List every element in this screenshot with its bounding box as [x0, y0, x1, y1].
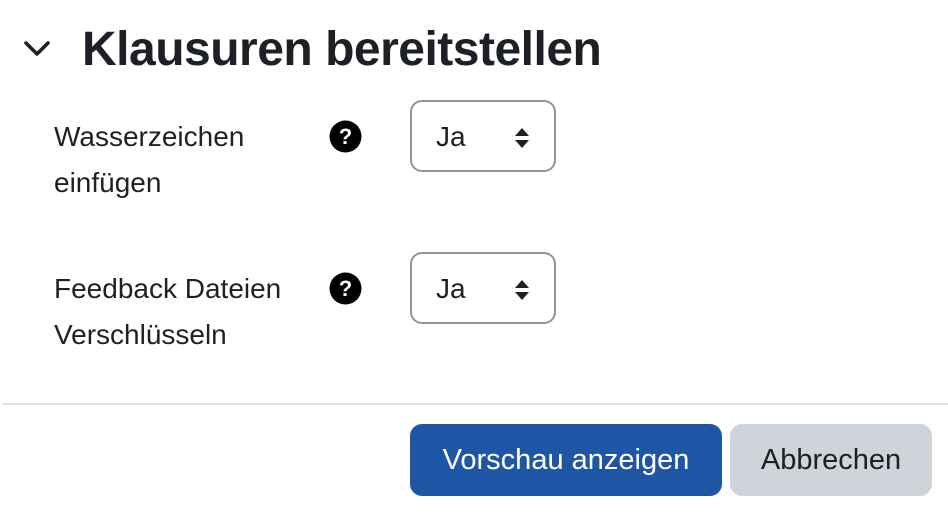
feedback-encryption-select[interactable]: Ja [410, 252, 556, 324]
question-circle-icon[interactable]: ? [329, 120, 362, 153]
sort-arrows-icon [515, 280, 529, 300]
sort-arrows-icon [515, 128, 529, 148]
collapse-toggle[interactable] [20, 32, 54, 66]
field-label-feedback-encryption: Feedback Dateien Verschlüsseln [54, 273, 282, 350]
field-label-watermark: Wasserzeichen einfügen [54, 121, 245, 198]
cancel-button[interactable]: Abbrechen [730, 424, 932, 496]
question-circle-icon[interactable]: ? [329, 272, 362, 305]
svg-text:?: ? [339, 276, 352, 301]
watermark-select[interactable]: Ja [410, 100, 556, 172]
feedback-encryption-select-value: Ja [436, 273, 466, 304]
watermark-select-value: Ja [436, 121, 466, 152]
chevron-down-icon [24, 41, 50, 56]
preview-button[interactable]: Vorschau anzeigen [410, 424, 722, 496]
section-header: Klausuren bereitstellen [20, 18, 602, 80]
divider [3, 403, 948, 405]
svg-text:?: ? [339, 124, 352, 149]
section-title: Klausuren bereitstellen [82, 22, 602, 76]
